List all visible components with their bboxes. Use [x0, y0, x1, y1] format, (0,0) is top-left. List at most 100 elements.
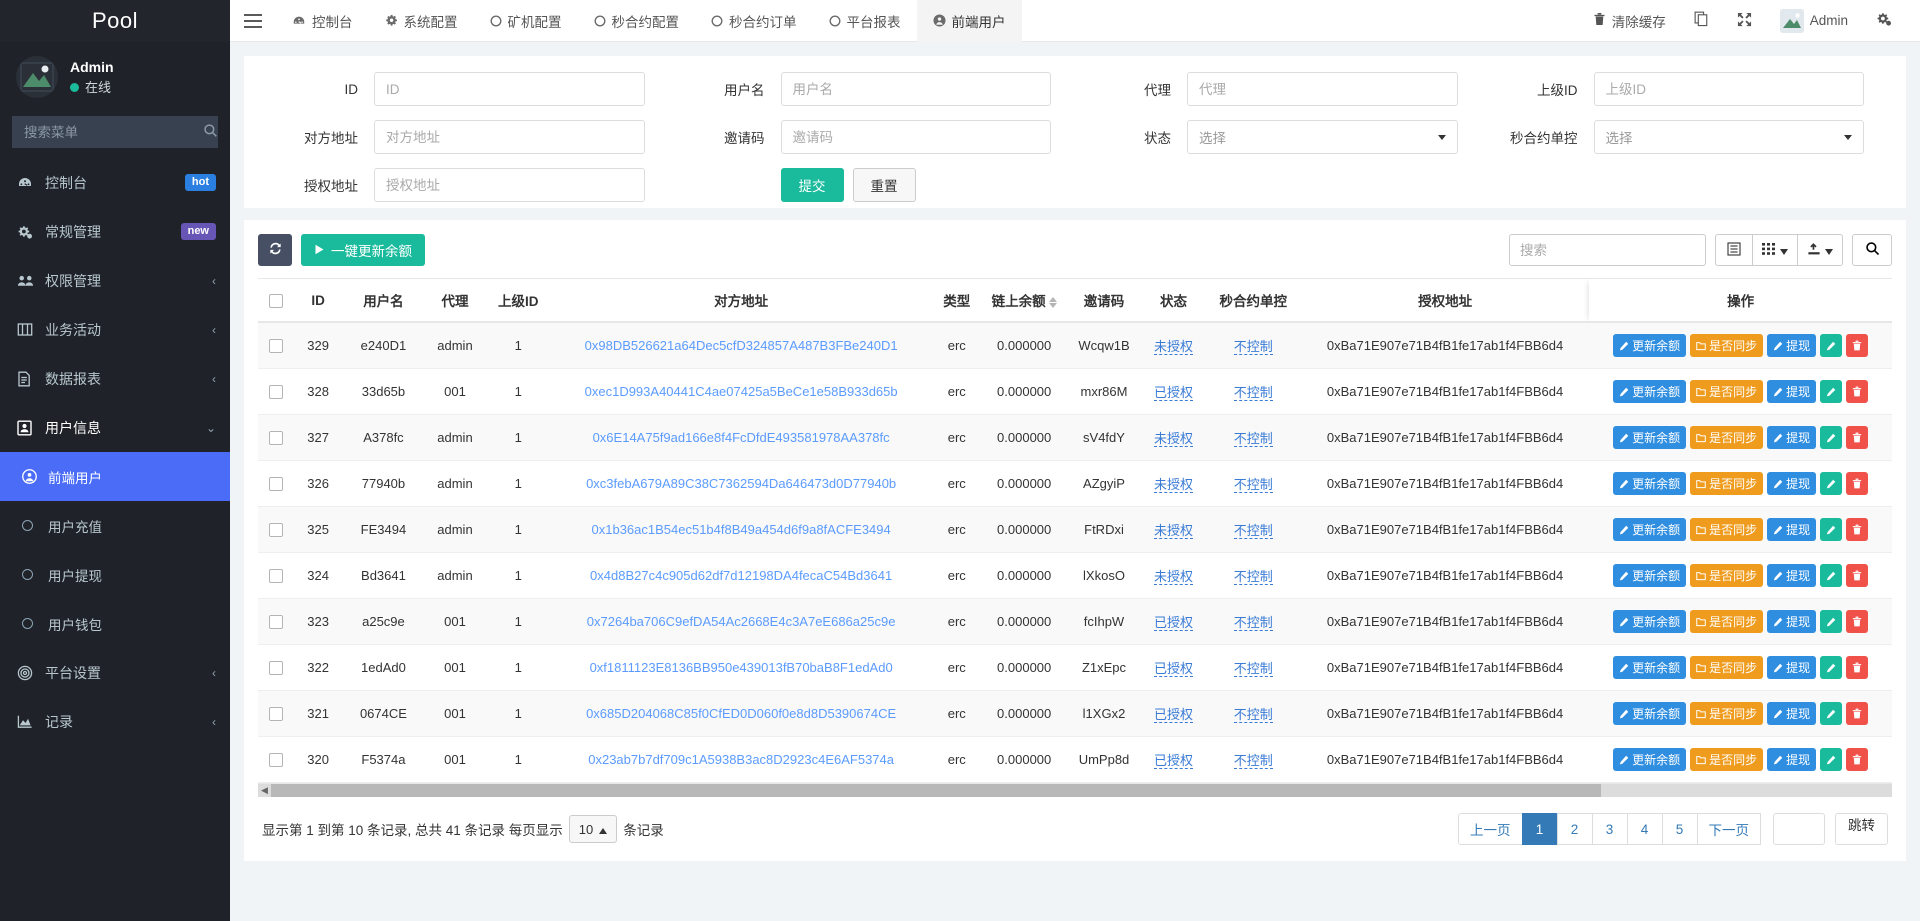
update-balance-row-button[interactable]: 更新余额	[1613, 564, 1686, 587]
export-dropdown-button[interactable]	[1797, 234, 1843, 266]
horizontal-scrollbar[interactable]: ◀	[258, 783, 1892, 797]
select-all-header[interactable]	[258, 279, 293, 323]
row-checkbox[interactable]	[269, 385, 283, 399]
scrollbar-thumb[interactable]	[271, 784, 1601, 797]
list-view-button[interactable]	[1715, 234, 1753, 266]
edit-row-button[interactable]	[1820, 426, 1842, 449]
sidebar-search[interactable]	[12, 116, 218, 148]
status-link[interactable]: 未授权	[1154, 523, 1193, 539]
status-link[interactable]: 未授权	[1154, 569, 1193, 585]
withdraw-row-button[interactable]: 提现	[1767, 564, 1816, 587]
address-link[interactable]: 0x98DB526621a64Dec5cfD324857A487B3FBe240…	[585, 338, 898, 353]
contract-control-link[interactable]: 不控制	[1234, 523, 1273, 539]
jump-button[interactable]: 跳转	[1835, 813, 1888, 845]
contract-control-select[interactable]: 选择	[1594, 120, 1865, 154]
status-link[interactable]: 未授权	[1154, 477, 1193, 493]
auth-address-input[interactable]	[374, 168, 645, 202]
user-menu[interactable]: Admin	[1766, 0, 1862, 42]
withdraw-row-button[interactable]: 提现	[1767, 656, 1816, 679]
status-link[interactable]: 未授权	[1154, 431, 1193, 447]
update-balance-row-button[interactable]: 更新余额	[1613, 748, 1686, 771]
sync-row-button[interactable]: 是否同步	[1690, 380, 1763, 403]
sidebar-item-business-activity[interactable]: 业务活动 ‹	[0, 305, 230, 354]
address-link[interactable]: 0x685D204068C85f0CfED0D060f0e8d8D5390674…	[586, 706, 896, 721]
update-balance-row-button[interactable]: 更新余额	[1613, 610, 1686, 633]
col-address[interactable]: 对方地址	[550, 279, 932, 323]
sync-row-button[interactable]: 是否同步	[1690, 748, 1763, 771]
jump-page-input[interactable]	[1773, 813, 1825, 845]
contract-control-link[interactable]: 不控制	[1234, 661, 1273, 677]
sidebar-item-dashboard[interactable]: 控制台 hot	[0, 158, 230, 207]
delete-row-button[interactable]	[1846, 472, 1868, 495]
refresh-button[interactable]	[258, 234, 292, 266]
col-auth-address[interactable]: 授权地址	[1301, 279, 1589, 323]
sidebar-item-frontend-users[interactable]: 前端用户	[0, 452, 230, 501]
contract-control-link[interactable]: 不控制	[1234, 569, 1273, 585]
sort-icon[interactable]	[1049, 297, 1057, 308]
address-link[interactable]: 0x6E14A75f9ad166e8f4FcDfdE493581978AA378…	[593, 430, 890, 445]
status-link[interactable]: 已授权	[1154, 661, 1193, 677]
sidebar-item-user-recharge[interactable]: 用户充值	[0, 501, 230, 550]
withdraw-row-button[interactable]: 提现	[1767, 426, 1816, 449]
status-select[interactable]: 选择	[1187, 120, 1458, 154]
sync-row-button[interactable]: 是否同步	[1690, 472, 1763, 495]
contract-control-link[interactable]: 不控制	[1234, 753, 1273, 769]
edit-row-button[interactable]	[1820, 564, 1842, 587]
row-checkbox[interactable]	[269, 523, 283, 537]
edit-row-button[interactable]	[1820, 656, 1842, 679]
col-invite-code[interactable]: 邀请码	[1067, 279, 1142, 323]
address-link[interactable]: 0xf1811123E8136BB950e439013fB70baB8F1edA…	[590, 660, 893, 675]
sidebar-item-platform-settings[interactable]: 平台设置 ‹	[0, 648, 230, 697]
reset-button[interactable]: 重置	[853, 168, 916, 202]
edit-row-button[interactable]	[1820, 702, 1842, 725]
delete-row-button[interactable]	[1846, 748, 1868, 771]
contract-control-link[interactable]: 不控制	[1234, 385, 1273, 401]
withdraw-row-button[interactable]: 提现	[1767, 518, 1816, 541]
col-contract-control[interactable]: 秒合约单控	[1206, 279, 1301, 323]
scroll-left-arrow[interactable]: ◀	[258, 784, 271, 797]
page-next[interactable]: 下一页	[1697, 813, 1762, 845]
row-checkbox[interactable]	[269, 477, 283, 491]
page-5[interactable]: 5	[1662, 813, 1698, 845]
page-4[interactable]: 4	[1627, 813, 1663, 845]
edit-row-button[interactable]	[1820, 518, 1842, 541]
table-search-button[interactable]	[1852, 234, 1892, 266]
sidebar-item-user-withdraw[interactable]: 用户提现	[0, 550, 230, 599]
delete-row-button[interactable]	[1846, 518, 1868, 541]
col-type[interactable]: 类型	[932, 279, 982, 323]
tab-second-contract-orders[interactable]: 秒合约订单	[695, 0, 813, 42]
address-link[interactable]: 0x1b36ac1B54ec51b4f8B49a454d6f9a8fACFE34…	[592, 522, 891, 537]
row-checkbox[interactable]	[269, 753, 283, 767]
username-input[interactable]	[781, 72, 1052, 106]
columns-dropdown-button[interactable]	[1752, 234, 1798, 266]
tab-dashboard[interactable]: 控制台	[276, 0, 369, 42]
contract-control-link[interactable]: 不控制	[1234, 431, 1273, 447]
col-chain-balance[interactable]: 链上余额	[982, 279, 1067, 323]
row-checkbox[interactable]	[269, 569, 283, 583]
sync-row-button[interactable]: 是否同步	[1690, 426, 1763, 449]
fullscreen-button[interactable]	[1723, 0, 1766, 42]
withdraw-row-button[interactable]: 提现	[1767, 610, 1816, 633]
update-balance-button[interactable]: 一键更新余额	[301, 234, 425, 266]
settings-button[interactable]	[1862, 0, 1906, 42]
sync-row-button[interactable]: 是否同步	[1690, 656, 1763, 679]
status-link[interactable]: 未授权	[1154, 339, 1193, 355]
page-size-select[interactable]: 10	[569, 815, 617, 843]
tab-frontend-users[interactable]: 前端用户	[917, 0, 1022, 42]
update-balance-row-button[interactable]: 更新余额	[1613, 380, 1686, 403]
delete-row-button[interactable]	[1846, 380, 1868, 403]
col-parent-id[interactable]: 上级ID	[486, 279, 550, 323]
col-id[interactable]: ID	[293, 279, 343, 323]
status-link[interactable]: 已授权	[1154, 753, 1193, 769]
invite-code-input[interactable]	[781, 120, 1052, 154]
sidebar-item-general-management[interactable]: 常规管理 new	[0, 207, 230, 256]
hamburger-icon[interactable]	[230, 14, 276, 28]
address-link[interactable]: 0xc3febA679A89C38C7362594Da646473d0D7794…	[586, 476, 896, 491]
edit-row-button[interactable]	[1820, 610, 1842, 633]
sync-row-button[interactable]: 是否同步	[1690, 518, 1763, 541]
sidebar-item-user-info[interactable]: 用户信息 ⌄	[0, 403, 230, 452]
tab-miner-config[interactable]: 矿机配置	[474, 0, 578, 42]
contract-control-link[interactable]: 不控制	[1234, 339, 1273, 355]
select-all-checkbox[interactable]	[269, 294, 283, 308]
page-prev[interactable]: 上一页	[1458, 813, 1523, 845]
